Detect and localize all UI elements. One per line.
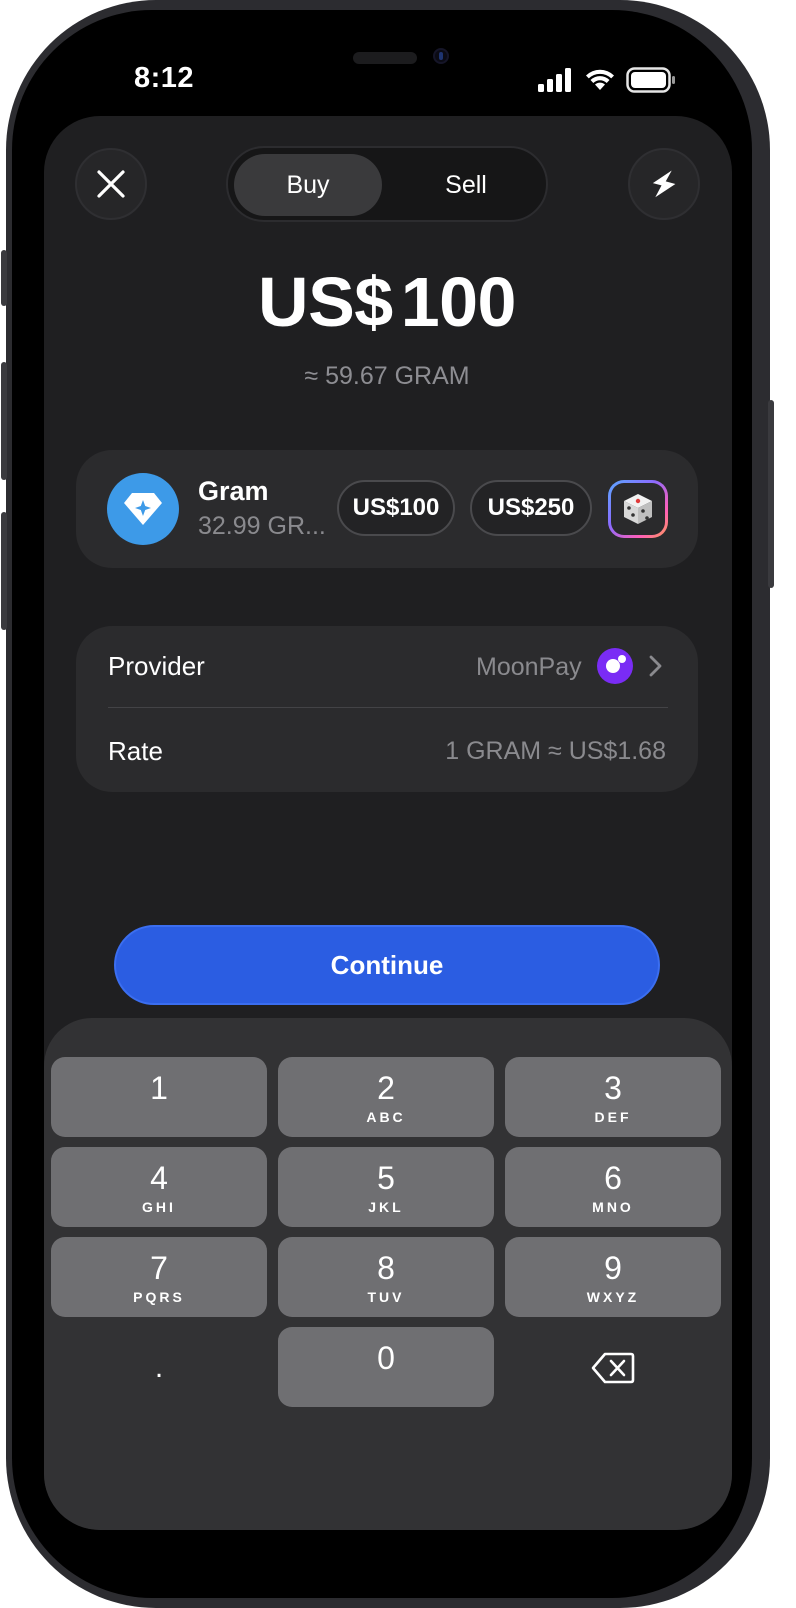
volume-down-button	[1, 512, 7, 630]
provider-value: MoonPay	[476, 653, 582, 681]
key-letters: ABC	[366, 1109, 406, 1125]
tab-buy[interactable]: Buy	[234, 154, 382, 216]
key-decimal[interactable]: .	[51, 1328, 267, 1408]
tab-sell[interactable]: Sell	[392, 154, 540, 216]
key-letters: TUV	[367, 1289, 405, 1305]
status-time: 8:12	[134, 62, 195, 94]
wifi-icon	[586, 69, 614, 90]
numeric-keypad: 1 2 ABC 3 DEF 4 GHI 5 JKL 6 MNO 7 PQRS 8	[44, 1018, 732, 1530]
key-7[interactable]: 7 PQRS	[51, 1237, 267, 1317]
random-amount-button[interactable]	[608, 480, 668, 538]
camera-icon	[433, 48, 449, 64]
key-number: 7	[150, 1250, 168, 1286]
amount-value: 100	[400, 263, 517, 341]
volume-up-button	[1, 362, 7, 480]
preset-250-button[interactable]: US$250	[470, 480, 592, 536]
key-number: 2	[377, 1070, 395, 1106]
continue-button[interactable]: Continue	[114, 925, 660, 1005]
asset-selector[interactable]: Gram 32.99 GR... US$100 US$250	[76, 450, 698, 568]
key-letters: GHI	[142, 1199, 176, 1215]
key-number: 6	[604, 1160, 622, 1196]
lightning-icon	[652, 170, 676, 198]
gem-icon	[107, 473, 179, 545]
amount-display: US$ 100	[44, 262, 730, 342]
key-0[interactable]: 0	[278, 1327, 494, 1407]
lightning-button[interactable]	[628, 148, 700, 220]
details-card: Provider MoonPay Rate 1 GRAM ≈ US$1.68	[76, 626, 698, 792]
key-8[interactable]: 8 TUV	[278, 1237, 494, 1317]
key-9[interactable]: 9 WXYZ	[505, 1237, 721, 1317]
close-icon	[97, 170, 125, 198]
rate-label: Rate	[108, 736, 163, 766]
backspace-button[interactable]	[505, 1328, 721, 1408]
dice-icon	[624, 494, 652, 524]
converted-amount: ≈ 59.67 GRAM	[304, 362, 470, 390]
key-number: 3	[604, 1070, 622, 1106]
cellular-signal-icon	[538, 68, 571, 92]
battery-icon	[626, 67, 675, 93]
key-4[interactable]: 4 GHI	[51, 1147, 267, 1227]
key-letters: DEF	[594, 1109, 632, 1125]
backspace-icon	[591, 1352, 635, 1384]
buy-sheet: Buy Sell US$ 100 ≈ 59.67 GRAM Gram 32.99 …	[44, 116, 732, 1530]
close-button[interactable]	[75, 148, 147, 220]
key-3[interactable]: 3 DEF	[505, 1057, 721, 1137]
key-1[interactable]: 1	[51, 1057, 267, 1137]
key-number: 9	[604, 1250, 622, 1286]
power-button	[768, 400, 774, 588]
buy-sell-toggle: Buy Sell	[226, 146, 548, 222]
dynamic-island	[353, 52, 417, 64]
action-button	[1, 250, 7, 306]
key-2[interactable]: 2 ABC	[278, 1057, 494, 1137]
key-number: 1	[150, 1070, 168, 1106]
key-letters: WXYZ	[586, 1289, 640, 1305]
key-number: 0	[377, 1340, 395, 1376]
moonpay-icon	[597, 648, 633, 684]
amount-currency: US$	[258, 263, 393, 341]
preset-100-button[interactable]: US$100	[337, 480, 455, 536]
key-number: 5	[377, 1160, 395, 1196]
key-number: 8	[377, 1250, 395, 1286]
key-letters: MNO	[592, 1199, 634, 1215]
key-number: 4	[150, 1160, 168, 1196]
key-letters: PQRS	[133, 1289, 185, 1305]
key-6[interactable]: 6 MNO	[505, 1147, 721, 1227]
provider-row[interactable]: Provider MoonPay	[76, 626, 698, 707]
provider-label: Provider	[108, 651, 205, 681]
key-5[interactable]: 5 JKL	[278, 1147, 494, 1227]
asset-balance: 32.99 GR...	[198, 512, 326, 540]
chevron-right-icon	[649, 655, 662, 677]
divider	[108, 707, 668, 708]
status-icons	[538, 66, 676, 94]
key-letters: JKL	[368, 1199, 404, 1215]
rate-value: 1 GRAM ≈ US$1.68	[445, 737, 666, 765]
asset-name: Gram	[198, 476, 269, 506]
